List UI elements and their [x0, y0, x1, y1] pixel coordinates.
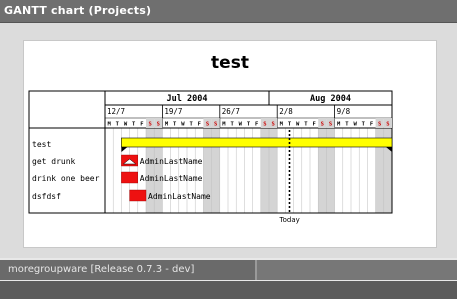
task-name-label: test: [32, 140, 51, 149]
weekday-letter: T: [116, 122, 120, 128]
week-label: 26/7: [222, 107, 240, 116]
window-title: GANTT chart (Projects): [4, 4, 152, 17]
week-label: 9/8: [337, 107, 351, 116]
weekday-letter: M: [280, 122, 284, 128]
weekday-letter: S: [206, 122, 209, 128]
weekday-letter: T: [173, 122, 177, 128]
weekday-letter: S: [329, 122, 332, 128]
weekday-letter: T: [345, 122, 349, 128]
weekday-letter: M: [107, 122, 111, 128]
weekday-letter: W: [181, 122, 185, 128]
weekday-letter: W: [353, 122, 357, 128]
gantt-chart: Jul 2004 Aug 200412/7 19/7 26/7 2/8 9/8M T W T F S…: [28, 90, 393, 224]
task-name-label: drink one beer: [32, 174, 100, 183]
month-label: Jul 2004: [167, 94, 208, 104]
status-segment: moregroupware [Release 0.7.3 - dev]: [0, 260, 257, 280]
footer-release-text: moregroupware [Release 0.7.3 - dev]: [8, 264, 195, 275]
weekday-letter: T: [362, 122, 366, 128]
weekday-letter: S: [378, 122, 381, 128]
task-name-label: dsfdsf: [32, 192, 61, 201]
weekday-letter: F: [140, 122, 143, 128]
weekday-letter: T: [189, 122, 193, 128]
weekday-letter: F: [370, 122, 373, 128]
weekday-letter: S: [263, 122, 266, 128]
today-label: Today: [279, 216, 300, 224]
weekday-letter: S: [321, 122, 324, 128]
weekday-letter: T: [288, 122, 292, 128]
task-bar: [129, 189, 147, 202]
month-label: Aug 2004: [310, 94, 351, 104]
weekday-letter: F: [255, 122, 258, 128]
weekday-letter: W: [239, 122, 243, 128]
weekday-letter: T: [304, 122, 308, 128]
week-label: 2/8: [279, 107, 293, 116]
weekday-letter: F: [312, 122, 315, 128]
footer-strip: [0, 281, 457, 299]
project-bar: [121, 137, 393, 148]
weekday-letter: W: [124, 122, 128, 128]
weekday-letter: S: [157, 122, 160, 128]
task-assignee-label: AdminLastName: [140, 174, 203, 183]
weekday-letter: S: [214, 122, 217, 128]
weekday-letter: M: [337, 122, 341, 128]
weekday-letter: F: [198, 122, 201, 128]
weekday-letter: M: [165, 122, 169, 128]
weekday-letter: S: [386, 122, 389, 128]
weekday-letter: T: [230, 122, 234, 128]
task-name-label: get drunk: [32, 157, 76, 166]
window-titlebar: GANTT chart (Projects): [0, 0, 457, 23]
weekday-letter: W: [296, 122, 300, 128]
task-bar: [121, 171, 139, 184]
weekday-letter: T: [132, 122, 136, 128]
project-start-marker: [121, 147, 128, 152]
weekday-letter: T: [247, 122, 251, 128]
task-assignee-label: AdminLastName: [148, 192, 211, 201]
status-bar: moregroupware [Release 0.7.3 - dev]: [0, 260, 457, 280]
task-assignee-label: AdminLastName: [140, 157, 203, 166]
gantt-panel: test Jul 2004 Aug 2004 12/7 19/7 26/7 2/8 9/8 M…: [23, 40, 437, 248]
weekday-letter: M: [222, 122, 226, 128]
week-label: 12/7: [107, 107, 125, 116]
weekday-letter: S: [148, 122, 151, 128]
week-label: 19/7: [164, 107, 182, 116]
weekday-letter: S: [271, 122, 274, 128]
